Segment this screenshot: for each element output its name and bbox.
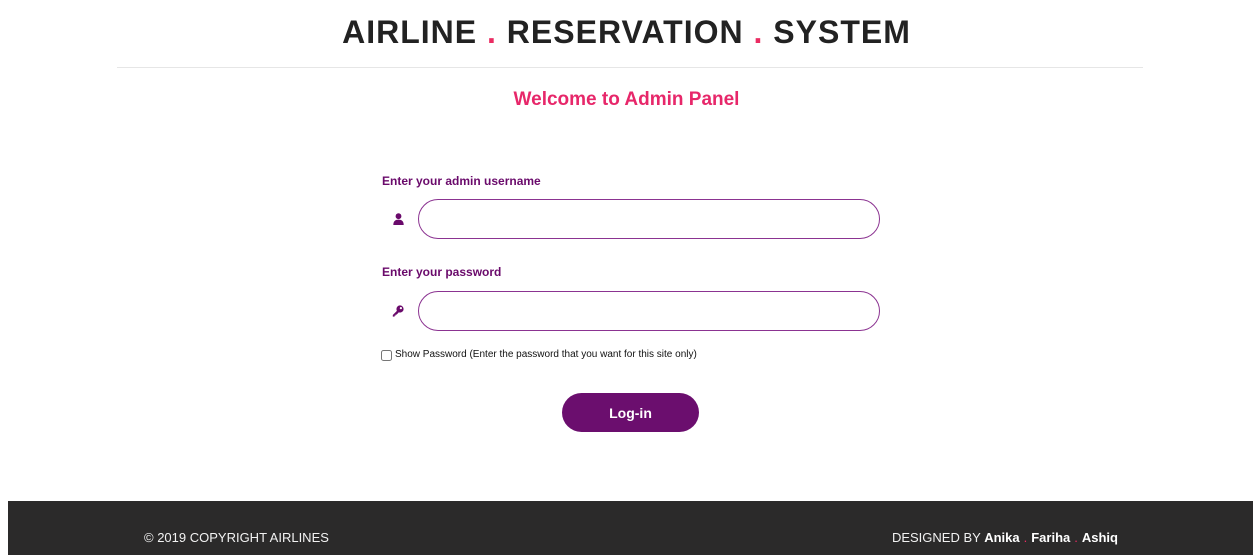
show-password-option[interactable]: Show Password (Enter the password that y…	[381, 348, 697, 362]
header-divider	[117, 67, 1143, 68]
user-icon	[391, 212, 405, 226]
designer-name: Fariha	[1031, 530, 1071, 545]
designer-name: Ashiq	[1081, 530, 1118, 545]
site-title-word-2: RESERVATION	[506, 14, 744, 50]
panel-title: Welcome to Admin Panel	[513, 89, 740, 110]
designer-separator: .	[1074, 530, 1078, 545]
admin-login-page: AIRLINE . RESERVATION . SYSTEM Welcome t…	[0, 0, 1253, 555]
designer-name: Anika	[984, 530, 1020, 545]
title-separator-dot: .	[487, 14, 497, 50]
password-label: Enter your password	[382, 265, 502, 279]
password-input[interactable]	[418, 291, 880, 331]
title-separator-dot: .	[753, 14, 764, 50]
designed-by-label: DESIGNED BY	[891, 530, 981, 545]
show-password-checkbox[interactable]	[381, 349, 392, 361]
designer-separator: .	[1023, 530, 1028, 545]
site-title-word-3: SYSTEM	[773, 14, 911, 50]
copyright-text: © 2019 COPYRIGHT AIRLINES	[144, 530, 329, 545]
footer: © 2019 COPYRIGHT AIRLINES DESIGNED BY An…	[8, 501, 1253, 555]
designed-by: DESIGNED BY Anika. Fariha. Ashiq	[892, 530, 1118, 546]
show-password-label: Show Password (Enter the password that y…	[395, 349, 697, 360]
username-input[interactable]	[418, 199, 880, 239]
key-icon	[391, 304, 405, 318]
site-title-word-1: AIRLINE	[342, 14, 478, 50]
username-label: Enter your admin username	[382, 174, 541, 188]
login-button[interactable]: Log-in	[562, 393, 699, 432]
site-title: AIRLINE . RESERVATION . SYSTEM	[0, 12, 1253, 52]
